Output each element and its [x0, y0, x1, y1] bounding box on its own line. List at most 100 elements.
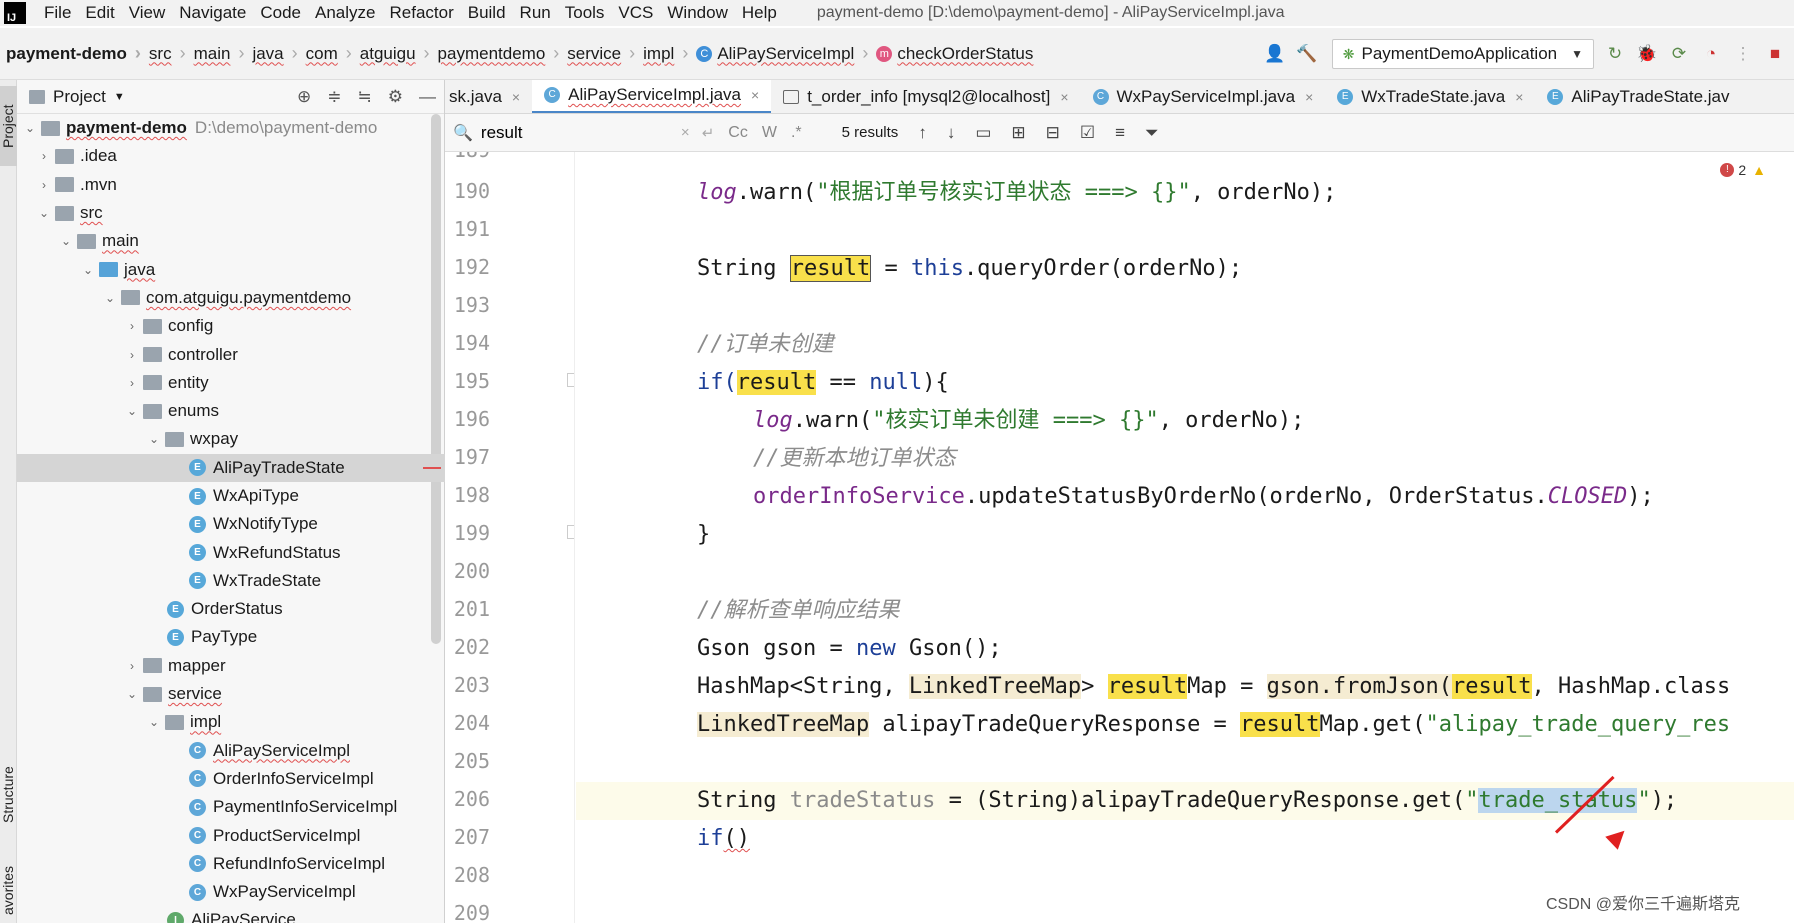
menu-file[interactable]: File: [44, 3, 71, 23]
tab-task-java[interactable]: sk.java ×: [445, 80, 532, 113]
tree-item-productserviceimpl[interactable]: C ProductServiceImpl: [17, 821, 445, 849]
stop-icon[interactable]: ■: [1764, 43, 1786, 65]
menu-view[interactable]: View: [129, 3, 166, 23]
breadcrumb-method[interactable]: m checkOrderStatus: [876, 44, 1033, 64]
menu-edit[interactable]: Edit: [85, 3, 114, 23]
tree-item-java[interactable]: ⌄ java: [17, 255, 445, 283]
tree-item-wxtradestate[interactable]: E WxTradeState: [17, 567, 445, 595]
code-editor[interactable]: log.warn("根据订单号核实订单状态 ===> {}", orderNo)…: [576, 152, 1794, 923]
structure-tool-tab[interactable]: Structure: [0, 740, 17, 850]
breadcrumb-src[interactable]: src ›: [149, 43, 186, 64]
tree-item-package[interactable]: ⌄ com.atguigu.paymentdemo: [17, 284, 445, 312]
collapse-all-icon[interactable]: ≒: [357, 87, 371, 107]
search-icon[interactable]: 🔍: [453, 123, 473, 143]
select-all-occurrences-icon[interactable]: ▭: [975, 123, 991, 143]
tree-item-controller[interactable]: › controller: [17, 340, 445, 368]
tree-item-alipayserviceimpl[interactable]: C AliPayServiceImpl: [17, 737, 445, 765]
rerun-icon[interactable]: ↻: [1604, 43, 1626, 65]
menu-build[interactable]: Build: [468, 3, 506, 23]
add-selection-icon[interactable]: ⊞: [1011, 123, 1025, 143]
arrow-down-icon[interactable]: ↓: [947, 123, 956, 143]
tree-item-src[interactable]: ⌄ src: [17, 199, 445, 227]
tree-item-config[interactable]: › config: [17, 312, 445, 340]
more-icon[interactable]: ⋮: [1732, 43, 1754, 65]
project-tool-tab[interactable]: Project: [0, 86, 17, 166]
favorites-tool-tab[interactable]: avorites: [0, 860, 17, 920]
tree-item-wxapitype[interactable]: E WxApiType: [17, 482, 445, 510]
regex-toggle[interactable]: .*: [791, 124, 802, 142]
tree-item-idea[interactable]: › .idea: [17, 142, 445, 170]
menu-analyze[interactable]: Analyze: [315, 3, 375, 23]
select-all-icon[interactable]: ☑: [1080, 123, 1095, 143]
tree-item-paymentinfoserviceimpl[interactable]: C PaymentInfoServiceImpl: [17, 793, 445, 821]
remove-selection-icon[interactable]: ⊟: [1046, 123, 1060, 143]
menu-refactor[interactable]: Refactor: [389, 3, 453, 23]
menu-tools[interactable]: Tools: [565, 3, 605, 23]
tree-item-orderstatus[interactable]: E OrderStatus: [17, 595, 445, 623]
tree-item-alipaytradestate[interactable]: E AliPayTradeState: [17, 453, 445, 482]
fold-marker-icon[interactable]: [567, 525, 574, 539]
run-configuration-select[interactable]: ❋ PaymentDemoApplication ▼: [1331, 39, 1594, 69]
breadcrumb-project[interactable]: payment-demo ›: [6, 43, 141, 64]
tab-wxpayserviceimpl[interactable]: C WxPayServiceImpl.java ×: [1081, 80, 1326, 113]
menu-help[interactable]: Help: [742, 3, 777, 23]
filter-options-icon[interactable]: ≡: [1115, 123, 1125, 143]
coverage-icon[interactable]: ⟳: [1668, 43, 1690, 65]
whole-word-toggle[interactable]: W: [762, 124, 777, 142]
tree-item-orderinfoserviceimpl[interactable]: C OrderInfoServiceImpl: [17, 765, 445, 793]
find-input[interactable]: [480, 118, 681, 147]
tree-item-enums[interactable]: ⌄ enums: [17, 397, 445, 425]
match-case-toggle[interactable]: Cc: [728, 124, 748, 142]
tree-item-wxpayserviceimpl[interactable]: C WxPayServiceImpl: [17, 878, 445, 906]
breadcrumb-com[interactable]: com ›: [306, 43, 352, 64]
tree-item-entity[interactable]: › entity: [17, 369, 445, 397]
tab-t-order-info[interactable]: t_order_info [mysql2@localhost] ×: [771, 80, 1080, 113]
close-icon[interactable]: ×: [751, 87, 759, 103]
tree-item-paytype[interactable]: E PayType: [17, 623, 445, 651]
locate-icon[interactable]: ⊕: [297, 87, 311, 107]
breadcrumb-paymentdemo[interactable]: paymentdemo ›: [438, 43, 560, 64]
project-panel-title[interactable]: Project: [53, 87, 106, 107]
debug-icon[interactable]: 🐞: [1636, 43, 1658, 65]
menu-code[interactable]: Code: [260, 3, 301, 23]
tree-item-alipayservice[interactable]: I AliPayService: [17, 906, 445, 923]
tree-item-root[interactable]: ⌄ payment-demo D:\demo\payment-demo: [17, 114, 445, 142]
build-hammer-icon[interactable]: 🔨: [1296, 43, 1318, 65]
close-icon[interactable]: ×: [1305, 89, 1313, 105]
breadcrumb-atguigu[interactable]: atguigu ›: [360, 43, 430, 64]
arrow-up-icon[interactable]: ↑: [918, 123, 927, 143]
tree-item-mapper[interactable]: › mapper: [17, 652, 445, 680]
breadcrumb-impl[interactable]: impl ›: [643, 43, 688, 64]
hide-icon[interactable]: —: [419, 87, 436, 107]
breadcrumb-service[interactable]: service ›: [567, 43, 635, 64]
tree-item-wxnotifytype[interactable]: E WxNotifyType: [17, 510, 445, 538]
close-icon[interactable]: ×: [1060, 89, 1068, 105]
tree-item-impl[interactable]: ⌄ impl: [17, 708, 445, 736]
tree-item-main[interactable]: ⌄ main: [17, 227, 445, 255]
filter-icon[interactable]: ⏷: [1145, 123, 1159, 143]
breadcrumb-main[interactable]: main ›: [194, 43, 245, 64]
tree-item-wxrefundstatus[interactable]: E WxRefundStatus: [17, 538, 445, 566]
menu-navigate[interactable]: Navigate: [179, 3, 246, 23]
menu-run[interactable]: Run: [520, 3, 551, 23]
menu-window[interactable]: Window: [667, 3, 727, 23]
expand-all-icon[interactable]: ≑: [327, 87, 341, 107]
newline-icon[interactable]: ↵: [702, 124, 715, 142]
clear-icon[interactable]: ×: [681, 124, 690, 141]
close-icon[interactable]: ×: [1515, 89, 1523, 105]
tab-wxtradestate[interactable]: E WxTradeState.java ×: [1325, 80, 1535, 113]
chevron-down-icon[interactable]: ▼: [114, 91, 125, 103]
menu-vcs[interactable]: VCS: [618, 3, 653, 23]
tab-alipayserviceimpl[interactable]: C AliPayServiceImpl.java ×: [532, 80, 772, 113]
profile-icon[interactable]: ◔: [1700, 43, 1722, 65]
tab-alipaytradestate[interactable]: E AliPayTradeState.jav: [1535, 80, 1741, 113]
tree-item-refundinfoserviceimpl[interactable]: C RefundInfoServiceImpl: [17, 850, 445, 878]
tree-item-mvn[interactable]: › .mvn: [17, 171, 445, 199]
gear-icon[interactable]: ⚙: [388, 87, 403, 107]
tree-item-service[interactable]: ⌄ service: [17, 680, 445, 708]
inspection-indicator[interactable]: ! 2 ▲: [1720, 162, 1766, 178]
close-icon[interactable]: ×: [512, 89, 520, 105]
breadcrumb-java[interactable]: java ›: [252, 43, 297, 64]
user-icon[interactable]: 👤: [1264, 43, 1286, 65]
fold-marker-icon[interactable]: [567, 373, 574, 387]
